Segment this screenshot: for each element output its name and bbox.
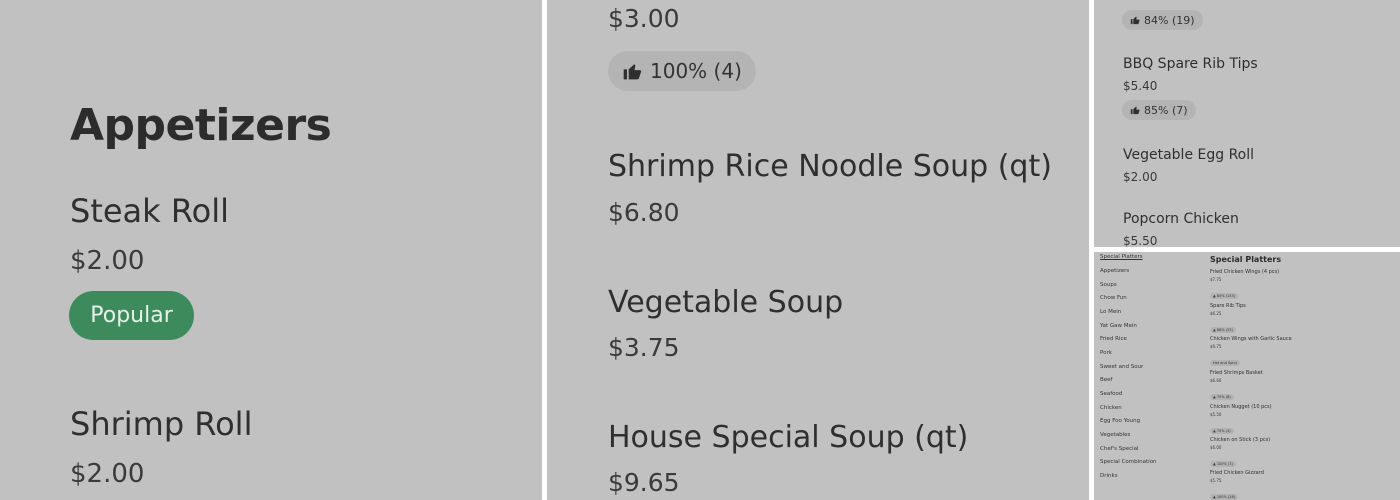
rating-badge: 85% (7) [1122, 100, 1196, 120]
menu-item-price: $3.00 [608, 4, 680, 33]
menu-item-name: Fried Chicken Wings (4 pcs) [1210, 269, 1280, 275]
thumbs-up-icon [623, 64, 642, 80]
menu-item-price: $3.75 [608, 333, 680, 362]
menu-item-name[interactable]: Steak Roll [70, 192, 229, 230]
rating-badge: ▲ 100% (28) [1210, 494, 1239, 500]
sidebar-item-drinks[interactable]: Drinks [1100, 473, 1118, 479]
menu-item[interactable]: Chicken on Stick (3 pcs) $6.00 ▲ 100% (3… [1210, 437, 1390, 469]
menu-panel-appetizers-detail: 84% (19) BBQ Spare Rib Tips $5.40 85% (7… [1094, 0, 1400, 247]
menu-item-price: $9.65 [608, 468, 680, 497]
thumbs-up-icon [1130, 106, 1140, 115]
menu-item-name[interactable]: Shrimp Roll [70, 405, 252, 443]
rating-badge: ▲ 100% (3) [1210, 461, 1236, 467]
sidebar-item-vegetables[interactable]: Vegetables [1100, 432, 1130, 438]
menu-item-name: Fried Chicken Gizzard [1210, 470, 1264, 476]
thumbs-up-icon: ▲ [1213, 462, 1216, 466]
menu-item-name[interactable]: Popcorn Chicken [1123, 211, 1239, 227]
menu-item-price: $5.75 [1210, 478, 1222, 483]
rating-badge: ▲ 88% (33) [1210, 327, 1236, 333]
popular-badge: Popular [69, 291, 194, 340]
menu-overview-panel: Special Platters Appetizers Soups Chow F… [1094, 252, 1400, 500]
sidebar-item-yat-gaw-mein[interactable]: Yat Gaw Mein [1100, 323, 1137, 329]
rating-text: 85% (7) [1144, 103, 1188, 117]
menu-item-price: $2.00 [1123, 170, 1158, 184]
sidebar-item-chicken[interactable]: Chicken [1100, 405, 1122, 411]
rating-text: 100% (4) [650, 59, 742, 83]
menu-item-price: $5.50 [1123, 234, 1158, 247]
menu-item-price: $2.00 [70, 246, 145, 276]
menu-item-name: Spare Rib Tips [1210, 303, 1246, 309]
menu-item-name: Chicken Nugget (10 pcs) [1210, 404, 1272, 410]
section-title: Appetizers [70, 100, 332, 151]
spicy-badge: Hot and Spicy [1210, 360, 1241, 366]
menu-item-price: $5.50 [1210, 412, 1222, 417]
menu-panel-soups: $3.00 100% (4) Shrimp Rice Noodle Soup (… [547, 0, 1089, 500]
sidebar-item-special-combination[interactable]: Special Combination [1100, 459, 1157, 465]
sidebar-item-soups[interactable]: Soups [1100, 282, 1117, 288]
thumbs-up-icon: ▲ [1213, 328, 1216, 332]
menu-item[interactable]: Spare Rib Tips $6.25 ▲ 88% (33) [1210, 303, 1390, 335]
rating-badge: 84% (19) [1122, 10, 1203, 30]
menu-item-name[interactable]: House Special Soup (qt) [608, 420, 968, 455]
sidebar-item-chefs-special[interactable]: Chef's Special [1100, 446, 1139, 452]
sidebar-item-fried-rice[interactable]: Fried Rice [1100, 336, 1127, 342]
menu-item[interactable]: Fried Chicken Wings (4 pcs) $7.75 ▲ 85% … [1210, 269, 1390, 301]
menu-item[interactable]: Fried Chicken Gizzard $5.75 ▲ 100% (28) [1210, 470, 1390, 500]
menu-panel-appetizers: Appetizers Steak Roll $2.00 Popular Shri… [0, 0, 542, 500]
thumbs-up-icon: ▲ [1213, 495, 1216, 499]
rating-badge: ▲ 85% (143) [1210, 293, 1239, 299]
thumbs-up-icon: ▲ [1213, 429, 1216, 433]
menu-item-name: Chicken on Stick (3 pcs) [1210, 437, 1271, 443]
rating-badge: ▲ 75% (8) [1210, 394, 1234, 400]
menu-item-price: $6.00 [1210, 445, 1222, 450]
menu-item[interactable]: Chicken Wings with Garlic Sauce $9.75 Ho… [1210, 336, 1390, 368]
menu-item-price: $2.00 [70, 459, 145, 489]
sidebar-item-special-platters[interactable]: Special Platters [1100, 254, 1143, 260]
menu-item-price: $7.75 [1210, 277, 1222, 282]
rating-text: 84% (19) [1144, 13, 1195, 27]
menu-item[interactable]: Fried Shrimps Basket $6.60 ▲ 75% (8) [1210, 370, 1390, 402]
menu-item-name[interactable]: Shrimp Rice Noodle Soup (qt) [608, 149, 1052, 184]
thumbs-up-icon: ▲ [1213, 294, 1216, 298]
menu-item-price: $6.80 [608, 198, 680, 227]
sidebar-item-chow-fun[interactable]: Chow Fun [1100, 295, 1127, 301]
sidebar-item-appetizers[interactable]: Appetizers [1100, 268, 1129, 274]
menu-item-name: Fried Shrimps Basket [1210, 370, 1263, 376]
sidebar-item-sweet-and-sour[interactable]: Sweet and Sour [1100, 364, 1143, 370]
menu-item-name: Chicken Wings with Garlic Sauce [1210, 336, 1292, 342]
sidebar-item-beef[interactable]: Beef [1100, 377, 1112, 383]
menu-item-price: $9.75 [1210, 344, 1222, 349]
menu-item-price: $5.40 [1123, 79, 1158, 93]
menu-item-price: $6.25 [1210, 311, 1222, 316]
sidebar-item-seafood[interactable]: Seafood [1100, 391, 1122, 397]
menu-item-price: $6.60 [1210, 378, 1222, 383]
section-title: Special Platters [1210, 255, 1282, 264]
menu-item-name[interactable]: BBQ Spare Rib Tips [1123, 56, 1258, 72]
thumbs-up-icon: ▲ [1213, 395, 1216, 399]
menu-item-name[interactable]: Vegetable Egg Roll [1123, 147, 1254, 163]
rating-badge: 100% (4) [608, 51, 756, 91]
rating-badge: ▲ 75% (4) [1210, 428, 1234, 434]
menu-item-name[interactable]: Vegetable Soup [608, 285, 843, 320]
sidebar-item-egg-foo-young[interactable]: Egg Foo Young [1100, 418, 1140, 424]
sidebar-item-pork[interactable]: Pork [1100, 350, 1112, 356]
thumbs-up-icon [1130, 16, 1140, 25]
sidebar-item-lo-mein[interactable]: Lo Mein [1100, 309, 1121, 315]
menu-item[interactable]: Chicken Nugget (10 pcs) $5.50 ▲ 75% (4) [1210, 404, 1390, 436]
